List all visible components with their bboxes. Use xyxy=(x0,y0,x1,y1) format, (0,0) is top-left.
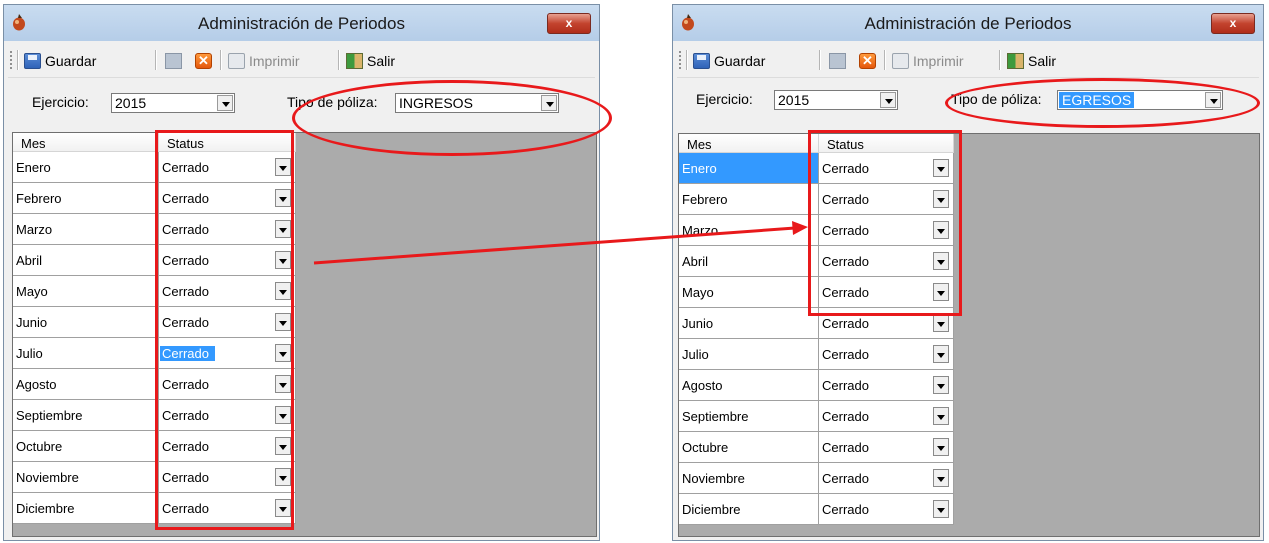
annotation-arrow xyxy=(313,221,808,265)
